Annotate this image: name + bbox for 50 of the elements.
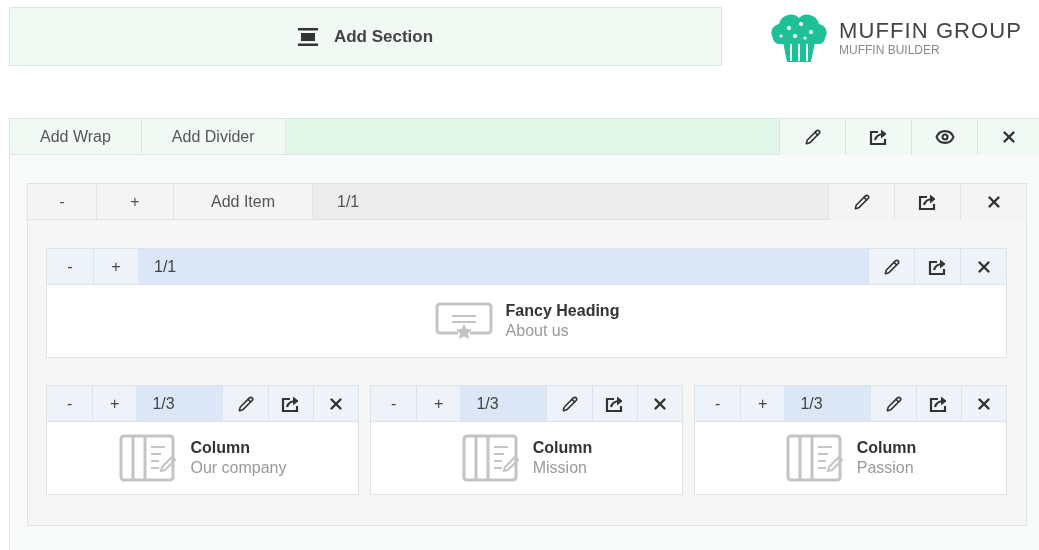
pencil-icon (804, 129, 821, 145)
edit-button[interactable] (828, 184, 894, 220)
box-arrow-icon (868, 128, 889, 146)
section-toolbar-button[interactable]: Add Divider (141, 119, 286, 154)
column-icon (118, 433, 179, 483)
add-section-button[interactable]: Add Section (9, 7, 722, 66)
item-title: Column (856, 438, 917, 458)
edit-button[interactable] (779, 119, 845, 155)
box-arrow-icon (604, 395, 625, 413)
pencil-icon (237, 396, 254, 412)
pencil-icon (561, 396, 578, 412)
decrease-button[interactable]: - (371, 386, 417, 421)
box-arrow-icon (928, 395, 949, 413)
item-subtitle: Our company (190, 458, 287, 478)
item-title: Fancy Heading (505, 301, 620, 321)
export-button[interactable] (894, 184, 960, 220)
item-title: Column (532, 438, 593, 458)
item-title: Column (190, 438, 251, 458)
box-arrow-icon (927, 258, 948, 276)
close-button[interactable] (960, 184, 1026, 220)
decrease-button[interactable]: - (47, 249, 93, 284)
heading-icon (433, 301, 494, 341)
export-button[interactable] (845, 119, 911, 155)
decrease-button[interactable]: - (28, 184, 96, 219)
item-subtitle: About us (505, 321, 570, 341)
add-item-button[interactable]: Add Item (173, 184, 313, 219)
size-label: 1/3 (460, 386, 547, 421)
logo-title: MUFFIN GROUP (839, 20, 1023, 42)
size-label: 1/1 (336, 191, 361, 212)
eye-icon (934, 127, 955, 147)
pencil-icon (883, 259, 900, 275)
preview-button[interactable] (911, 119, 977, 155)
box-arrow-icon (280, 395, 301, 413)
section-icon (297, 27, 318, 46)
decrease-button[interactable]: - (695, 386, 741, 421)
section-toolbar-button[interactable]: Add Wrap (10, 119, 142, 154)
column-icon (460, 433, 521, 483)
size-label: 1/1 (138, 249, 868, 284)
item-subtitle: Mission (532, 458, 588, 478)
column-icon (784, 433, 845, 483)
close-button[interactable] (977, 119, 1039, 155)
increase-button[interactable]: + (96, 184, 173, 219)
item-subtitle: Passion (856, 458, 915, 478)
pencil-icon (853, 194, 870, 210)
decrease-button[interactable]: - (47, 386, 93, 421)
pencil-icon (885, 396, 902, 412)
box-arrow-icon (917, 193, 938, 211)
size-label: 1/3 (136, 386, 223, 421)
size-label: 1/3 (784, 386, 871, 421)
logo-subtitle: MUFFIN BUILDER (839, 44, 941, 56)
